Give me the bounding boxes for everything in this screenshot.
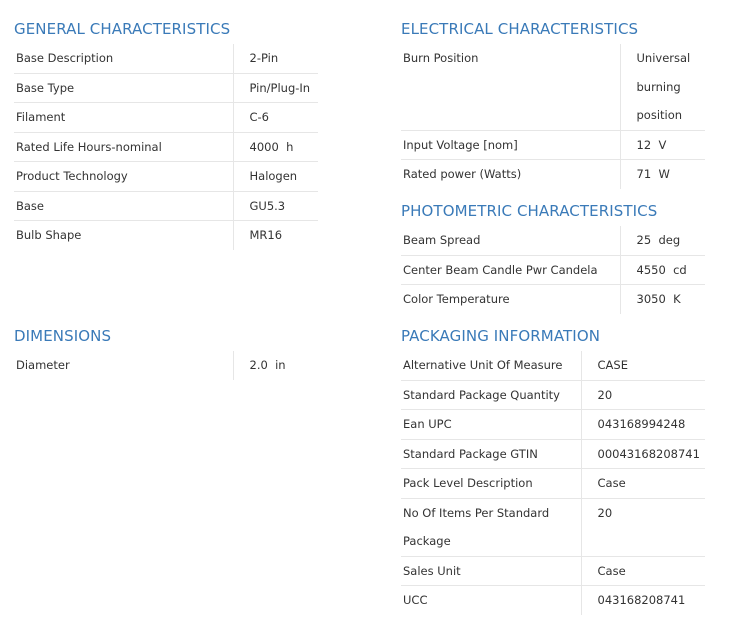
general-characteristics-section: GENERAL CHARACTERISTICS Base Description… — [14, 16, 318, 250]
section-title: ELECTRICAL CHARACTERISTICS — [401, 20, 639, 38]
spec-value: 25 deg — [619, 226, 705, 256]
spec-value: 20 — [580, 498, 705, 557]
table-row: Bulb Shape MR16 — [14, 220, 318, 250]
spec-value: 3050 K — [619, 284, 705, 314]
photometric-characteristics-section: PHOTOMETRIC CHARACTERISTICS Beam Spread 2… — [401, 198, 705, 314]
spec-value: 12 V — [619, 130, 705, 160]
spec-value: Halogen — [232, 161, 318, 192]
electrical-characteristics-table: Burn Position Universal burning position … — [401, 44, 705, 189]
spec-label: Rated Life Hours-nominal — [14, 132, 233, 162]
packaging-information-section: PACKAGING INFORMATION Alternative Unit O… — [401, 323, 705, 615]
table-row: Burn Position Universal burning position — [401, 44, 705, 131]
table-row: UCC 043168208741 — [401, 585, 705, 615]
spec-label: Base — [14, 191, 233, 221]
spec-label: Diameter — [16, 358, 70, 372]
spec-value: Pin/Plug-In — [232, 73, 318, 103]
table-row: Color Temperature 3050 K — [401, 284, 705, 314]
spec-label: Ean UPC — [401, 409, 581, 440]
table-row: Product Technology Halogen — [14, 161, 318, 192]
general-characteristics-table: Base Description 2-Pin Base Type Pin/Plug-… — [14, 44, 318, 250]
table-row: Input Voltage [nom] 12 V — [401, 130, 705, 160]
dimensions-section: DIMENSIONS Diameter 2.0 in — [14, 323, 318, 380]
spec-label: UCC — [403, 593, 428, 607]
spec-value: 2-Pin — [232, 44, 318, 74]
table-row: Alternative Unit Of Measure CASE — [401, 351, 705, 381]
table-row: Filament C-6 — [14, 102, 318, 133]
spec-value: 00043168208741 — [580, 439, 705, 469]
spec-value: 20 — [580, 380, 705, 410]
spec-label: Filament — [14, 102, 233, 133]
table-row: Rated power (Watts) 71 W — [401, 159, 705, 189]
section-title: PHOTOMETRIC CHARACTERISTICS — [401, 202, 658, 220]
spec-value: Case — [580, 556, 705, 586]
table-row: No Of Items Per Standard Package 20 — [401, 498, 705, 557]
spec-label: Bulb Shape — [16, 228, 82, 242]
table-row: Beam Spread 25 deg — [401, 226, 705, 256]
spec-value: GU5.3 — [232, 191, 318, 221]
photometric-characteristics-table: Beam Spread 25 deg Center Beam Candle Pwr… — [401, 226, 705, 314]
spec-label: Pack Level Description — [401, 468, 581, 499]
spec-value: 2.0 in — [232, 351, 318, 380]
spec-value: Case — [580, 468, 705, 499]
spec-value: Universal burning position — [619, 44, 705, 131]
spec-label: Rated power (Watts) — [403, 167, 522, 181]
spec-label: Alternative Unit Of Measure — [401, 351, 581, 381]
spec-value: 4000 h — [232, 132, 318, 162]
spec-label: Standard Package GTIN — [401, 439, 581, 469]
spec-label: Base Type — [14, 73, 233, 103]
table-row: Sales Unit Case — [401, 556, 705, 586]
table-row: Base Type Pin/Plug-In — [14, 73, 318, 103]
spec-value: 043168994248 — [580, 409, 705, 440]
spec-label: Base Description — [14, 44, 233, 74]
spec-label: Beam Spread — [401, 226, 620, 256]
table-row: Center Beam Candle Pwr Candela 4550 cd — [401, 255, 705, 285]
table-row: Ean UPC 043168994248 — [401, 409, 705, 440]
spec-label: Burn Position — [401, 44, 620, 131]
table-row: Diameter 2.0 in — [14, 351, 318, 380]
section-title: DIMENSIONS — [14, 327, 112, 345]
spec-value: 043168208741 — [580, 585, 705, 615]
dimensions-table: Diameter 2.0 in — [14, 351, 318, 380]
table-row: Rated Life Hours-nominal 4000 h — [14, 132, 318, 162]
spec-label: Center Beam Candle Pwr Candela — [401, 255, 620, 285]
section-title: GENERAL CHARACTERISTICS — [14, 20, 231, 38]
table-row: Pack Level Description Case — [401, 468, 705, 499]
spec-label: Product Technology — [14, 161, 233, 192]
spec-value: 4550 cd — [619, 255, 705, 285]
section-title: PACKAGING INFORMATION — [401, 327, 601, 345]
spec-label: Input Voltage [nom] — [401, 130, 620, 160]
spec-label: No Of Items Per Standard Package — [401, 498, 581, 557]
spec-label: Sales Unit — [401, 556, 581, 586]
packaging-information-table: Alternative Unit Of Measure CASE Standard… — [401, 351, 705, 615]
table-row: Base GU5.3 — [14, 191, 318, 221]
electrical-characteristics-section: ELECTRICAL CHARACTERISTICS Burn Position… — [401, 16, 705, 189]
spec-value: C-6 — [232, 102, 318, 133]
spec-value: CASE — [580, 351, 705, 381]
spec-value: 71 W — [619, 159, 705, 189]
table-row: Base Description 2-Pin — [14, 44, 318, 74]
spec-value: MR16 — [232, 220, 318, 250]
table-row: Standard Package Quantity 20 — [401, 380, 705, 410]
spec-label: Standard Package Quantity — [401, 380, 581, 410]
spec-label: Color Temperature — [403, 292, 510, 306]
table-row: Standard Package GTIN 00043168208741 — [401, 439, 705, 469]
